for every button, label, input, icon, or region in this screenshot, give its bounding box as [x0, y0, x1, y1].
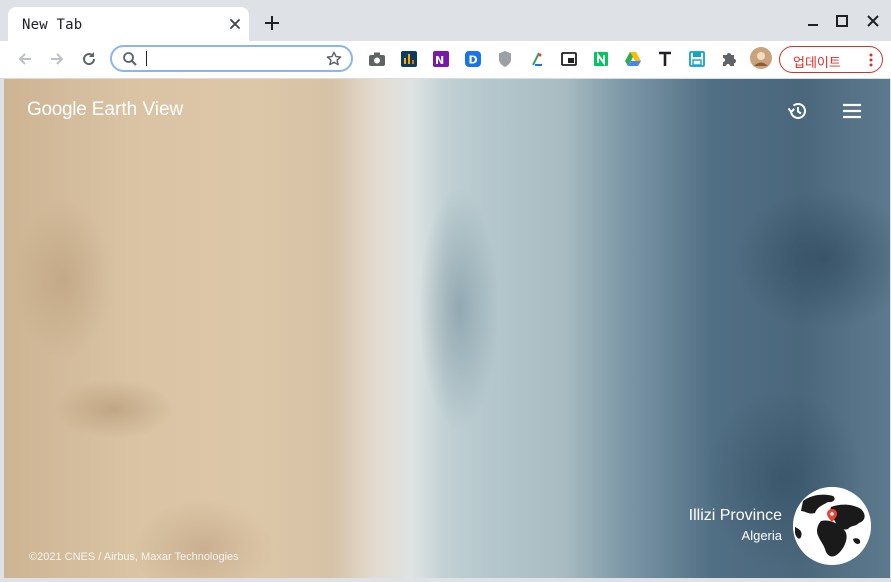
puzzle-icon[interactable] [719, 49, 739, 69]
globe-map [793, 487, 871, 565]
more-vert-icon [869, 53, 873, 67]
avatar[interactable] [750, 47, 772, 69]
menu-icon[interactable] [841, 102, 863, 120]
place-name: Illizi Province [688, 507, 782, 524]
tab-new-tab[interactable]: New Tab [8, 7, 249, 41]
earth-view-logo[interactable]: Google Earth View [27, 99, 183, 121]
text-caret [146, 51, 147, 66]
d-extension-icon[interactable]: D [463, 49, 483, 69]
camera-icon[interactable] [367, 49, 387, 69]
chart-extension-icon[interactable] [399, 49, 419, 69]
copyright-notice: ©2021 CNES / Airbus, Maxar Technologies [29, 551, 239, 563]
tab-title: New Tab [22, 17, 83, 33]
minimize-icon[interactable] [803, 11, 823, 31]
update-button[interactable]: 업데이트 [779, 46, 883, 73]
earth-view-page: Google Earth View Illizi Province Algeri… [4, 79, 890, 578]
satellite-image-texture [4, 79, 890, 578]
text-t-icon[interactable] [655, 49, 675, 69]
star-icon[interactable] [325, 50, 343, 68]
location-caption[interactable]: Illizi Province Algeria [689, 507, 782, 543]
svg-text:N: N [435, 54, 444, 67]
onenote-icon[interactable]: N [431, 49, 451, 69]
google-drive-icon[interactable] [623, 49, 643, 69]
omnibox[interactable] [110, 45, 353, 72]
history-icon[interactable] [786, 99, 810, 123]
close-icon[interactable] [227, 16, 243, 32]
save-icon[interactable] [687, 49, 707, 69]
tab-strip: New Tab [0, 0, 891, 41]
shield-icon[interactable] [495, 49, 515, 69]
naver-icon[interactable] [591, 49, 611, 69]
svg-text:D: D [469, 54, 478, 67]
search-icon [123, 52, 137, 66]
forward-icon[interactable] [47, 49, 67, 69]
logo-google: Google [27, 99, 87, 120]
reload-icon[interactable] [79, 49, 99, 69]
maximize-icon[interactable] [832, 11, 852, 31]
back-icon[interactable] [15, 49, 35, 69]
update-label: 업데이트 [793, 56, 841, 71]
logo-product: Earth View [91, 99, 184, 120]
place-country: Algeria [741, 528, 782, 543]
globe-icon[interactable] [793, 487, 871, 565]
plus-icon[interactable] [262, 13, 282, 33]
translate-extension-icon[interactable] [527, 49, 547, 69]
close-window-icon[interactable] [863, 11, 883, 31]
picture-in-picture-icon[interactable] [559, 49, 579, 69]
toolbar: N D 업데이트 [0, 41, 891, 79]
